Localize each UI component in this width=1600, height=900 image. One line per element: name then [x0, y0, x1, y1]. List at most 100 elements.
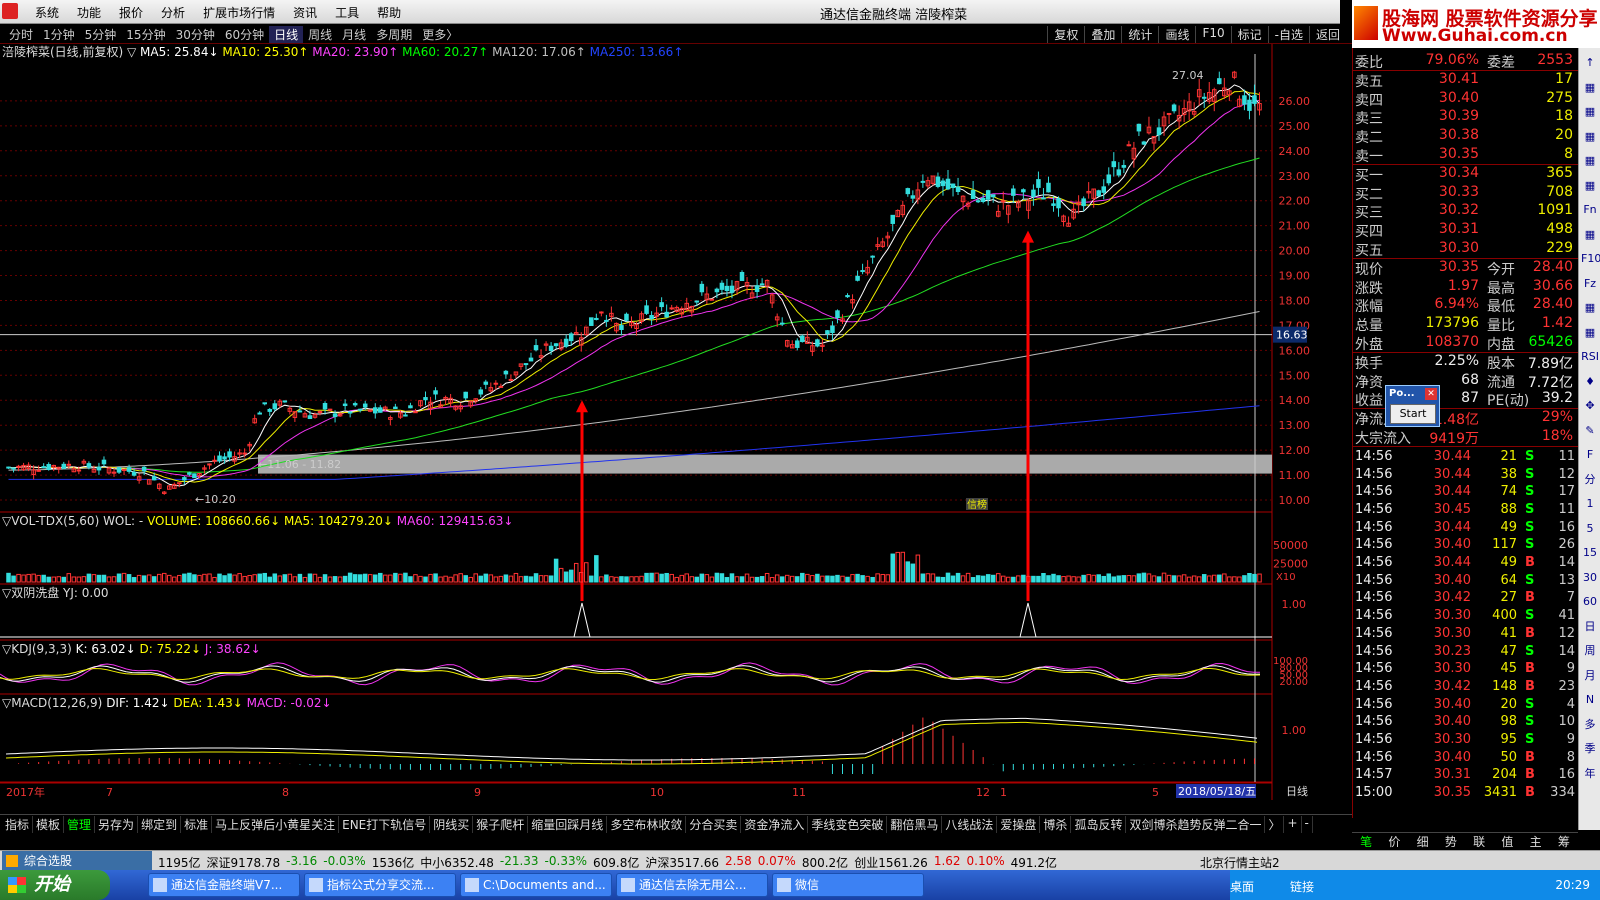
indicator-tab-3[interactable]: 另存为 [95, 816, 139, 833]
sidebar-button-12[interactable]: RSI [1581, 348, 1599, 366]
sidebar-button-0[interactable]: ↑ [1581, 54, 1599, 72]
detail-tab-3[interactable]: 势 [1437, 833, 1465, 850]
period-tab-3[interactable]: 15分钟 [121, 26, 170, 43]
period-tab-1[interactable]: 1分钟 [38, 26, 80, 43]
indicator-tab-17[interactable]: 爱操盘 [997, 816, 1041, 833]
period-tab-6[interactable]: 日线 [269, 26, 304, 43]
indicator-tab-13[interactable]: 资金净流入 [741, 816, 809, 833]
sidebar-button-26[interactable]: N [1581, 691, 1599, 709]
indicator-tab-15[interactable]: 翻倍黑马 [887, 816, 943, 833]
popup-window[interactable]: Po... ✕ Start [1385, 385, 1440, 427]
period-tab-4[interactable]: 30分钟 [171, 26, 220, 43]
kline-chart[interactable]: 26.00 25.00 24.00 23.00 22.00 21.00 20.00 19.00… [0, 44, 1352, 800]
sidebar-button-25[interactable]: 月 [1581, 667, 1599, 685]
sidebar-button-21[interactable]: 30 [1581, 569, 1599, 587]
tool-button-2[interactable]: 统计 [1121, 26, 1158, 43]
sidebar-button-15[interactable]: ✎ [1581, 422, 1599, 440]
sidebar-button-20[interactable]: 15 [1581, 544, 1599, 562]
tool-button-1[interactable]: 叠加 [1084, 26, 1121, 43]
menu-item-2[interactable]: 报价 [110, 4, 152, 21]
sidebar-button-7[interactable]: ▦ [1581, 226, 1599, 244]
task-button-4[interactable]: 微信 [772, 873, 924, 897]
sidebar-button-19[interactable]: 5 [1581, 520, 1599, 538]
indicator-tab-18[interactable]: 博杀 [1040, 816, 1072, 833]
detail-tab-6[interactable]: 主 [1522, 833, 1550, 850]
indicator-tab-12[interactable]: 分合买卖 [686, 816, 742, 833]
indicator-tab-0[interactable]: 指标 [2, 816, 34, 833]
sidebar-button-24[interactable]: 周 [1581, 642, 1599, 660]
task-button-2[interactable]: C:\Documents and... [460, 873, 612, 897]
stock-screener-button[interactable]: 综合选股 [2, 851, 152, 871]
sidebar-button-13[interactable]: ♦ [1581, 373, 1599, 391]
indicator-tab-20[interactable]: 双剑博杀趋势反弹二合一 [1126, 816, 1266, 833]
menu-item-3[interactable]: 分析 [152, 4, 194, 21]
indicator-tab-6[interactable]: 马上反弹后小黄星关注 [212, 816, 340, 833]
start-button[interactable]: 开始 [0, 870, 110, 900]
start-button[interactable]: Start [1390, 404, 1436, 424]
detail-tab-0[interactable]: 笔 [1352, 833, 1380, 850]
task-button-0[interactable]: 通达信金融终端V7... [148, 873, 300, 897]
menu-item-0[interactable]: 系统 [26, 4, 68, 21]
sidebar-button-6[interactable]: Fn [1581, 201, 1599, 219]
period-tab-7[interactable]: 周线 [303, 26, 337, 43]
period-tab-2[interactable]: 5分钟 [80, 26, 122, 43]
indicator-tab-9[interactable]: 猴子爬杆 [473, 816, 529, 833]
menu-item-6[interactable]: 工具 [326, 4, 368, 21]
detail-tab-5[interactable]: 值 [1493, 833, 1521, 850]
tool-button-4[interactable]: F10 [1195, 26, 1230, 43]
sidebar-button-3[interactable]: ▦ [1581, 128, 1599, 146]
tool-button-6[interactable]: -自选 [1267, 26, 1309, 43]
detail-tab-1[interactable]: 价 [1380, 833, 1408, 850]
sidebar-button-23[interactable]: 日 [1581, 618, 1599, 636]
period-tab-0[interactable]: 分时 [4, 26, 38, 43]
indicator-tab-5[interactable]: 标准 [181, 816, 213, 833]
indicator-tab-1[interactable]: 模板 [33, 816, 65, 833]
sidebar-button-1[interactable]: ▦ [1581, 79, 1599, 97]
indicator-tab-2[interactable]: 管理 [64, 816, 96, 833]
indicator-tab-11[interactable]: 多空布林收敛 [607, 816, 687, 833]
detail-tab-2[interactable]: 细 [1409, 833, 1437, 850]
indicator-tab-22[interactable]: + [1284, 816, 1302, 833]
period-tab-9[interactable]: 多周期 [371, 26, 417, 43]
sidebar-button-18[interactable]: 1 [1581, 495, 1599, 513]
indicator-tab-19[interactable]: 孤岛反转 [1071, 816, 1127, 833]
menu-item-4[interactable]: 扩展市场行情 [194, 4, 284, 21]
indicator-tab-10[interactable]: 缩量回踩月线 [528, 816, 608, 833]
tool-button-7[interactable]: 返回 [1308, 26, 1346, 43]
menu-item-1[interactable]: 功能 [68, 4, 110, 21]
sidebar-button-9[interactable]: Fz [1581, 275, 1599, 293]
indicator-tab-4[interactable]: 绑定到 [138, 816, 182, 833]
indicator-tab-21[interactable]: 〉 [1265, 816, 1285, 833]
sidebar-button-17[interactable]: 分 [1581, 471, 1599, 489]
task-button-1[interactable]: 指标公式分享交流... [304, 873, 456, 897]
sidebar-button-29[interactable]: 年 [1581, 765, 1599, 783]
tool-button-0[interactable]: 复权 [1047, 26, 1084, 43]
sidebar-button-5[interactable]: ▦ [1581, 177, 1599, 195]
sidebar-button-8[interactable]: F10 [1581, 250, 1600, 268]
indicator-tab-14[interactable]: 季线变色突破 [808, 816, 888, 833]
sidebar-button-22[interactable]: 60 [1581, 593, 1599, 611]
close-icon[interactable]: ✕ [1425, 388, 1437, 400]
indicator-tab-16[interactable]: 八线战法 [942, 816, 998, 833]
sidebar-button-28[interactable]: 季 [1581, 740, 1599, 758]
chart-area[interactable]: 26.00 25.00 24.00 23.00 22.00 21.00 20.00 19.00… [0, 44, 1352, 800]
sidebar-button-11[interactable]: ▦ [1581, 324, 1599, 342]
task-button-3[interactable]: 通达信去除无用公... [616, 873, 768, 897]
period-tab-5[interactable]: 60分钟 [220, 26, 269, 43]
tray-links[interactable]: 链接 [1290, 878, 1314, 895]
tray-desktop[interactable]: 桌面 [1230, 878, 1254, 895]
indicator-tab-8[interactable]: 阴线买 [430, 816, 474, 833]
sidebar-button-2[interactable]: ▦ [1581, 103, 1599, 121]
indicator-tab-7[interactable]: ENE打下轨信号 [339, 816, 431, 833]
indicator-tab-23[interactable]: - [1302, 816, 1313, 833]
detail-tab-4[interactable]: 联 [1465, 833, 1493, 850]
sidebar-button-10[interactable]: ▦ [1581, 299, 1599, 317]
sidebar-button-27[interactable]: 多 [1581, 716, 1599, 734]
sidebar-button-16[interactable]: F [1581, 446, 1599, 464]
menu-item-5[interactable]: 资讯 [284, 4, 326, 21]
period-tab-8[interactable]: 月线 [337, 26, 371, 43]
tool-button-3[interactable]: 画线 [1158, 26, 1195, 43]
sidebar-button-14[interactable]: ✥ [1581, 397, 1599, 415]
period-tab-10[interactable]: 更多〉 [417, 26, 463, 43]
detail-tab-7[interactable]: 筹 [1550, 833, 1578, 850]
